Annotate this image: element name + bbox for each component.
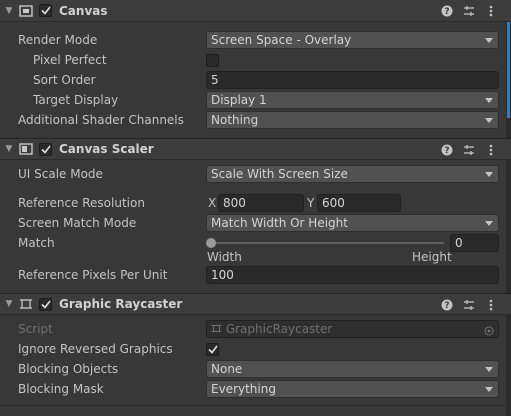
canvas-component: ▼ Canvas ? Render Mode Screen Space - Ov…	[0, 0, 511, 138]
pixels-per-unit-input[interactable]: 100	[206, 266, 499, 284]
match-slider-track[interactable]	[208, 242, 444, 244]
reference-resolution-label: Reference Resolution	[18, 196, 145, 210]
object-picker-icon[interactable]	[484, 324, 494, 340]
canvas-icon	[18, 4, 34, 18]
ignore-reversed-graphics-checkbox[interactable]	[206, 343, 219, 356]
help-icon[interactable]: ?	[440, 299, 453, 312]
ignore-reversed-graphics-label: Ignore Reversed Graphics	[18, 342, 173, 356]
canvas-enabled-checkbox[interactable]	[39, 4, 52, 17]
dropdown-arrow-icon	[485, 38, 493, 43]
dropdown-arrow-icon	[485, 118, 493, 123]
blocking-mask-value: Everything	[211, 382, 276, 396]
graphic-raycaster-title: Graphic Raycaster	[59, 297, 183, 311]
sort-order-label: Sort Order	[33, 73, 96, 87]
target-display-dropdown[interactable]: Display 1	[206, 91, 499, 109]
blocking-mask-dropdown[interactable]: Everything	[206, 380, 499, 398]
presets-icon[interactable]	[462, 5, 475, 18]
script-object-field: GraphicRaycaster	[206, 320, 499, 338]
graphic-raycaster-enabled-checkbox[interactable]	[39, 297, 52, 311]
blocking-objects-dropdown[interactable]: None	[206, 360, 499, 378]
match-width-label: Width	[207, 250, 242, 264]
script-label: Script	[18, 322, 53, 336]
dropdown-arrow-icon	[485, 221, 493, 226]
dropdown-arrow-icon	[485, 367, 493, 372]
render-mode-dropdown[interactable]: Screen Space - Overlay	[206, 31, 499, 49]
kebab-menu-icon[interactable]	[484, 144, 497, 157]
dropdown-arrow-icon	[485, 98, 493, 103]
presets-icon[interactable]	[462, 299, 475, 312]
resolution-x-label: X	[208, 196, 217, 210]
graphic-raycaster-component: ▼ Graphic Raycaster ? Script GraphicRayc…	[0, 293, 511, 406]
blocking-mask-label: Blocking Mask	[18, 382, 104, 396]
sort-order-input[interactable]: 5	[206, 71, 499, 89]
dropdown-arrow-icon	[485, 172, 493, 177]
graphic-raycaster-header[interactable]: ▼ Graphic Raycaster ?	[0, 293, 511, 315]
canvas-scaler-enabled-checkbox[interactable]	[39, 142, 52, 156]
canvas-header[interactable]: ▼ Canvas ?	[0, 0, 511, 22]
ui-scale-mode-value: Scale With Screen Size	[211, 167, 348, 181]
pixel-perfect-checkbox[interactable]	[206, 54, 219, 67]
screen-match-mode-label: Screen Match Mode	[18, 216, 137, 230]
kebab-menu-icon[interactable]	[484, 299, 497, 312]
shader-channels-dropdown[interactable]: Nothing	[206, 111, 499, 129]
fold-arrow-icon[interactable]: ▼	[3, 144, 15, 154]
raycaster-icon	[18, 297, 34, 311]
dropdown-arrow-icon	[485, 387, 493, 392]
match-slider-thumb[interactable]	[206, 238, 216, 248]
match-height-label: Height	[412, 250, 452, 264]
screen-match-mode-dropdown[interactable]: Match Width Or Height	[206, 214, 499, 232]
ui-scale-mode-dropdown[interactable]: Scale With Screen Size	[206, 165, 499, 183]
screen-match-mode-value: Match Width Or Height	[211, 216, 348, 230]
script-value: GraphicRaycaster	[225, 322, 333, 336]
match-label: Match	[18, 236, 55, 250]
resolution-y-input[interactable]: 600	[317, 194, 401, 212]
canvas-scaler-icon	[18, 142, 34, 156]
svg-text:?: ?	[444, 7, 449, 17]
target-display-label: Target Display	[33, 93, 119, 107]
target-display-value: Display 1	[211, 93, 267, 107]
resolution-y-label: Y	[307, 196, 315, 210]
pixels-per-unit-label: Reference Pixels Per Unit	[18, 268, 168, 282]
fold-arrow-icon[interactable]: ▼	[3, 6, 15, 16]
help-icon[interactable]: ?	[440, 144, 453, 157]
shader-channels-label: Additional Shader Channels	[18, 113, 184, 127]
render-mode-label: Render Mode	[18, 33, 98, 47]
help-icon[interactable]: ?	[440, 5, 453, 18]
presets-icon[interactable]	[462, 144, 475, 157]
canvas-scaler-component: ▼ Canvas Scaler ? UI Scale Mode Scale Wi…	[0, 138, 511, 293]
match-value-input[interactable]: 0	[450, 234, 499, 252]
svg-text:?: ?	[444, 301, 449, 311]
canvas-scaler-title: Canvas Scaler	[59, 142, 154, 156]
blocking-objects-label: Blocking Objects	[18, 362, 119, 376]
canvas-title: Canvas	[59, 3, 108, 18]
resolution-x-input[interactable]: 800	[218, 194, 304, 212]
fold-arrow-icon[interactable]: ▼	[3, 299, 15, 309]
kebab-menu-icon[interactable]	[484, 5, 497, 18]
ui-scale-mode-label: UI Scale Mode	[18, 167, 103, 181]
canvas-scaler-header[interactable]: ▼ Canvas Scaler ?	[0, 138, 511, 160]
pixel-perfect-label: Pixel Perfect	[33, 53, 107, 67]
blocking-objects-value: None	[211, 362, 243, 376]
shader-channels-value: Nothing	[211, 113, 259, 127]
script-asset-icon	[211, 322, 222, 338]
render-mode-value: Screen Space - Overlay	[211, 33, 352, 47]
svg-text:?: ?	[444, 146, 449, 156]
